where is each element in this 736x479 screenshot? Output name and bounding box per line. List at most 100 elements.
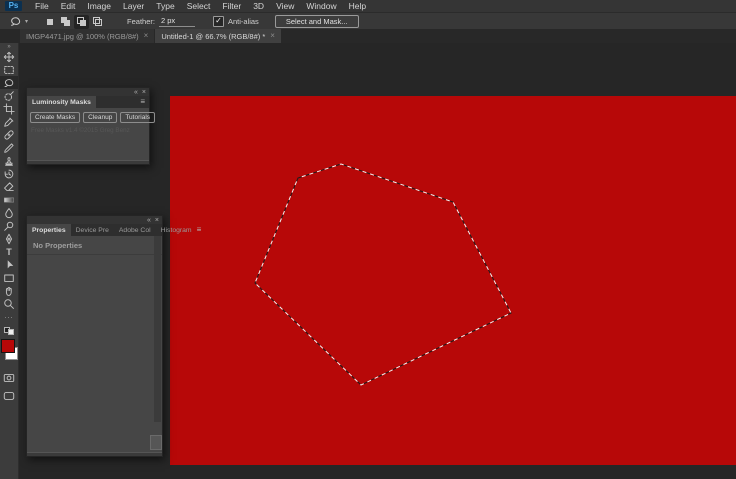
- select-and-mask-button[interactable]: Select and Mask...: [274, 15, 359, 28]
- history-brush-icon: [4, 169, 14, 178]
- eyedropper-tool[interactable]: [0, 115, 18, 128]
- tab-histogram[interactable]: Histogram: [156, 224, 197, 236]
- zoom-tool[interactable]: [0, 297, 18, 310]
- no-properties-text: No Properties: [27, 236, 162, 255]
- tab-luminosity-masks[interactable]: Luminosity Masks: [27, 96, 96, 108]
- document-tab-untitled-1[interactable]: Untitled-1 @ 66.7% (RGB/8#) * ×: [155, 29, 281, 43]
- document-canvas[interactable]: [170, 96, 736, 465]
- water-drop-icon: [5, 207, 13, 218]
- antialias-checkbox[interactable]: ✓: [212, 16, 224, 27]
- tab-adobe-color[interactable]: Adobe Col: [114, 224, 156, 236]
- blur-tool[interactable]: [0, 206, 18, 219]
- scrollbar-thumb[interactable]: [150, 435, 162, 450]
- menu-layer[interactable]: Layer: [117, 0, 150, 12]
- document-tab-label: IMGP4471.jpg @ 100% (RGB/8#): [26, 31, 139, 41]
- close-icon[interactable]: ×: [142, 89, 146, 96]
- tab-device-preview[interactable]: Device Pre: [71, 224, 114, 236]
- history-brush-tool[interactable]: [0, 167, 18, 180]
- menu-window[interactable]: Window: [300, 0, 342, 12]
- dodge-icon: [4, 221, 14, 231]
- chevron-down-icon: ▾: [25, 19, 29, 25]
- panel-body: Create Masks Cleanup Tutorials Free Mask…: [27, 108, 156, 160]
- tool-bar: » T ...: [0, 43, 19, 479]
- rectangular-marquee-icon: [4, 65, 14, 74]
- panel-resize-edge[interactable]: [27, 160, 149, 164]
- eraser-tool[interactable]: [0, 180, 18, 193]
- close-icon[interactable]: ×: [270, 32, 275, 40]
- quick-selection-icon: [4, 90, 14, 101]
- color-swatches: [0, 339, 18, 363]
- selection-mode-group: [42, 14, 105, 29]
- screen-mode-button[interactable]: [0, 389, 18, 402]
- menu-help[interactable]: Help: [343, 0, 372, 12]
- panel-menu-icon[interactable]: ≡: [140, 96, 149, 108]
- path-selection-tool[interactable]: [0, 258, 18, 271]
- intersect-selection-button[interactable]: [90, 15, 105, 29]
- scrollbar-track[interactable]: [154, 236, 161, 422]
- brush-tool[interactable]: [0, 141, 18, 154]
- cleanup-button[interactable]: Cleanup: [83, 112, 118, 123]
- panel-tab-row: Properties Device Pre Adobe Col Histogra…: [27, 224, 201, 236]
- menu-bar: Ps File Edit Image Layer Type Select Fil…: [0, 0, 736, 12]
- selection-overlay: [254, 163, 512, 386]
- feather-input[interactable]: 2 px: [158, 16, 195, 27]
- document-tab-label: Untitled-1 @ 66.7% (RGB/8#) *: [161, 31, 266, 41]
- pen-tool[interactable]: [0, 232, 18, 245]
- add-to-selection-icon: [61, 17, 71, 26]
- hand-tool[interactable]: [0, 284, 18, 297]
- options-bar: ▾ Feather: 2 px ✓ Anti-alias Select and …: [0, 12, 736, 30]
- new-selection-button[interactable]: [42, 15, 57, 29]
- foreground-color-swatch[interactable]: [1, 339, 15, 353]
- menu-type[interactable]: Type: [150, 0, 180, 12]
- brush-icon: [4, 142, 14, 153]
- subtract-from-selection-icon: [77, 17, 87, 26]
- menu-filter[interactable]: Filter: [216, 0, 247, 12]
- menu-edit[interactable]: Edit: [55, 0, 82, 12]
- move-icon: [3, 51, 15, 62]
- dodge-tool[interactable]: [0, 219, 18, 232]
- rectangle-shape-tool[interactable]: [0, 271, 18, 284]
- collapse-panel-icon[interactable]: «: [147, 217, 151, 224]
- tool-preset-picker[interactable]: ▾: [8, 15, 28, 28]
- menu-file[interactable]: File: [29, 0, 55, 12]
- tab-properties[interactable]: Properties: [27, 224, 71, 236]
- add-to-selection-button[interactable]: [58, 15, 73, 29]
- subtract-from-selection-button[interactable]: [74, 14, 90, 29]
- selection-arrow-icon: [7, 259, 14, 268]
- panel-body: No Properties: [27, 236, 162, 452]
- menu-image[interactable]: Image: [81, 0, 117, 12]
- close-icon[interactable]: ×: [144, 32, 149, 40]
- lasso-icon: [4, 78, 14, 87]
- menu-select[interactable]: Select: [181, 0, 217, 12]
- document-tab-imgp4471[interactable]: IMGP4471.jpg @ 100% (RGB/8#) ×: [20, 29, 155, 43]
- new-selection-icon: [46, 18, 53, 25]
- tutorials-button[interactable]: Tutorials: [120, 112, 156, 123]
- gradient-tool[interactable]: [0, 193, 18, 206]
- quick-selection-tool[interactable]: [0, 89, 18, 102]
- type-tool[interactable]: T: [0, 245, 18, 258]
- panel-resize-edge[interactable]: [27, 452, 162, 456]
- menu-view[interactable]: View: [270, 0, 300, 12]
- feather-label: Feather:: [127, 17, 155, 26]
- collapse-panel-icon[interactable]: «: [134, 89, 138, 96]
- bandage-icon: [4, 129, 14, 140]
- create-masks-button[interactable]: Create Masks: [30, 112, 81, 123]
- selection-marching-ants-dark: [254, 163, 512, 386]
- pen-nib-icon: [5, 233, 13, 244]
- panel-menu-icon[interactable]: ≡: [197, 224, 206, 236]
- lasso-tool[interactable]: [0, 76, 18, 89]
- edit-toolbar-icon[interactable]: ...: [5, 313, 14, 323]
- move-tool[interactable]: [0, 50, 18, 63]
- close-icon[interactable]: ×: [155, 217, 159, 224]
- quick-mask-button[interactable]: [0, 371, 18, 384]
- hand-icon: [5, 286, 12, 296]
- clone-stamp-tool[interactable]: [0, 154, 18, 167]
- rectangular-marquee-tool[interactable]: [0, 63, 18, 76]
- luminosity-masks-panel: « × Luminosity Masks ≡ Create Masks Clea…: [26, 87, 156, 165]
- menu-3d[interactable]: 3D: [247, 0, 270, 12]
- swap-colors-icon[interactable]: [4, 327, 14, 335]
- photoshop-window: { "app": { "logo": "Ps" }, "menubar": { …: [0, 0, 736, 479]
- spot-healing-brush-tool[interactable]: [0, 128, 18, 141]
- crop-tool[interactable]: [0, 102, 18, 115]
- document-tab-strip: IMGP4471.jpg @ 100% (RGB/8#) × Untitled-…: [0, 29, 736, 43]
